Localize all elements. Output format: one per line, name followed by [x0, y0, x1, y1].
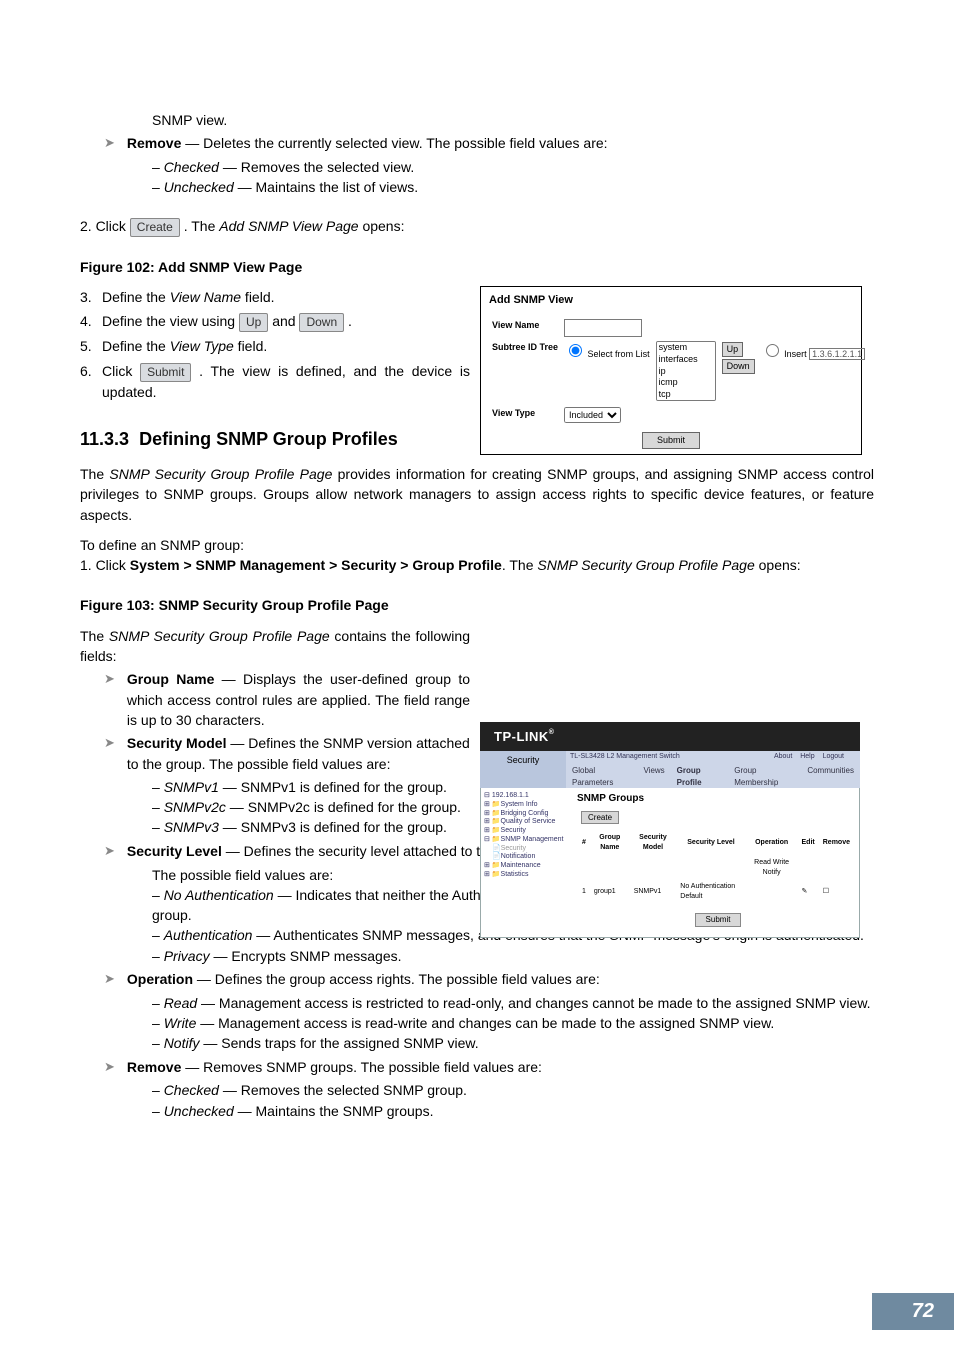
- figure-103-caption: Figure 103: SNMP Security Group Profile …: [80, 595, 874, 615]
- tab-group-membership[interactable]: Group Membership: [728, 763, 801, 788]
- insert-radio[interactable]: [766, 344, 779, 357]
- snmp-view-line: SNMP view.: [80, 110, 874, 130]
- help-link[interactable]: Help: [800, 753, 814, 760]
- view-name-input[interactable]: [564, 319, 642, 337]
- subtree-label: Subtree ID Tree: [489, 339, 561, 405]
- up-button-inline[interactable]: Up: [239, 313, 268, 332]
- col-sec-level: Security Level: [677, 832, 744, 854]
- about-link[interactable]: About: [774, 753, 792, 760]
- remove-item: Remove — Deletes the currently selected …: [127, 133, 608, 153]
- select-from-list-label: Select from List: [588, 349, 650, 359]
- nav-tree[interactable]: ⊟ 192.168.1.1 ⊞ 📁System Info ⊞ 📁Bridging…: [481, 788, 573, 937]
- contains-paragraph: The SNMP Security Group Profile Page con…: [80, 626, 470, 667]
- figure-102-caption: Figure 102: Add SNMP View Page: [80, 257, 874, 277]
- figure-103: TP-LINK® Security TL-SL3428 L2 Managemen…: [480, 722, 860, 938]
- submit-button-inline[interactable]: Submit: [140, 363, 191, 382]
- figure-102: Add SNMP View View Name Subtree ID Tree …: [480, 286, 862, 455]
- bullet-icon: ➤: [80, 133, 115, 154]
- step-4: 4. Define the view using Up and Down .: [80, 311, 470, 332]
- bullet-icon: ➤: [80, 733, 115, 754]
- bullet-icon: ➤: [80, 1057, 115, 1078]
- tab-group-profile[interactable]: Group Profile: [671, 763, 729, 788]
- insert-oid[interactable]: 1.3.6.1.2.1.1: [809, 348, 865, 360]
- section-intro: The SNMP Security Group Profile Page pro…: [80, 464, 874, 525]
- add-snmp-view-title: Add SNMP View: [487, 293, 855, 309]
- insert-label: Insert: [784, 349, 807, 359]
- nav-label: Security: [480, 751, 566, 788]
- switch-model: TL-SL3428 L2 Management Switch: [570, 752, 680, 762]
- logout-link[interactable]: Logout: [823, 753, 844, 760]
- col-remove: Remove: [820, 832, 853, 854]
- view-name-label: View Name: [489, 317, 561, 339]
- down-button[interactable]: Down: [722, 359, 755, 374]
- col-operation: Operation: [747, 832, 797, 854]
- security-model-item: Security Model — Defines the SNMP versio…: [127, 733, 470, 774]
- tab-communities[interactable]: Communities: [801, 763, 860, 788]
- view-type-label: View Type: [489, 405, 561, 425]
- table-row: 1 group1 SNMPv1 No Authentication Defaul…: [579, 881, 853, 903]
- tab-global[interactable]: Global Parameters: [566, 763, 637, 788]
- page-number: 72: [872, 1293, 954, 1330]
- group-name-item: Group Name — Displays the user-defined g…: [127, 669, 470, 730]
- bullet-icon: ➤: [80, 669, 115, 690]
- bullet-icon: ➤: [80, 969, 115, 990]
- col-sec-model: Security Model: [631, 832, 676, 854]
- remove-checkbox[interactable]: ☐: [820, 881, 853, 903]
- snmp-groups-heading: SNMP Groups: [577, 792, 855, 807]
- create-group-button[interactable]: Create: [581, 811, 619, 825]
- remove-groups-item: Remove — Removes SNMP groups. The possib…: [127, 1057, 542, 1077]
- remove-checked: – Checked — Removes the selected view.: [80, 157, 874, 177]
- step-6: 6. Click Submit . The view is defined, a…: [80, 361, 470, 402]
- up-button[interactable]: Up: [722, 342, 744, 357]
- bullet-icon: ➤: [80, 841, 115, 862]
- view-type-select[interactable]: Included: [564, 407, 621, 423]
- col-group-name: Group Name: [591, 832, 629, 854]
- operation-item: Operation — Defines the group access rig…: [127, 969, 600, 989]
- select-from-list-radio[interactable]: [569, 344, 582, 357]
- down-button-inline[interactable]: Down: [299, 313, 344, 332]
- col-idx: #: [579, 832, 589, 854]
- step-3: 3. Define the View Name field.: [80, 287, 470, 307]
- sec-step-1: 1. Click System > SNMP Management > Secu…: [80, 555, 874, 575]
- tab-views[interactable]: Views: [637, 763, 670, 788]
- create-button[interactable]: Create: [130, 218, 180, 237]
- submit-button[interactable]: Submit: [642, 432, 700, 449]
- brand-bar: TP-LINK®: [480, 722, 860, 751]
- step-2: 2. Click Create . The Add SNMP View Page…: [80, 216, 874, 237]
- edit-icon[interactable]: ✎: [799, 881, 818, 903]
- col-edit: Edit: [799, 832, 818, 854]
- step-5: 5. Define the View Type field.: [80, 336, 470, 356]
- subtree-list[interactable]: system interfaces ip icmp tcp: [656, 341, 716, 401]
- to-define-line: To define an SNMP group:: [80, 535, 874, 555]
- remove-unchecked: – Unchecked — Maintains the list of view…: [80, 177, 874, 197]
- submit-groups-button[interactable]: Submit: [695, 913, 742, 927]
